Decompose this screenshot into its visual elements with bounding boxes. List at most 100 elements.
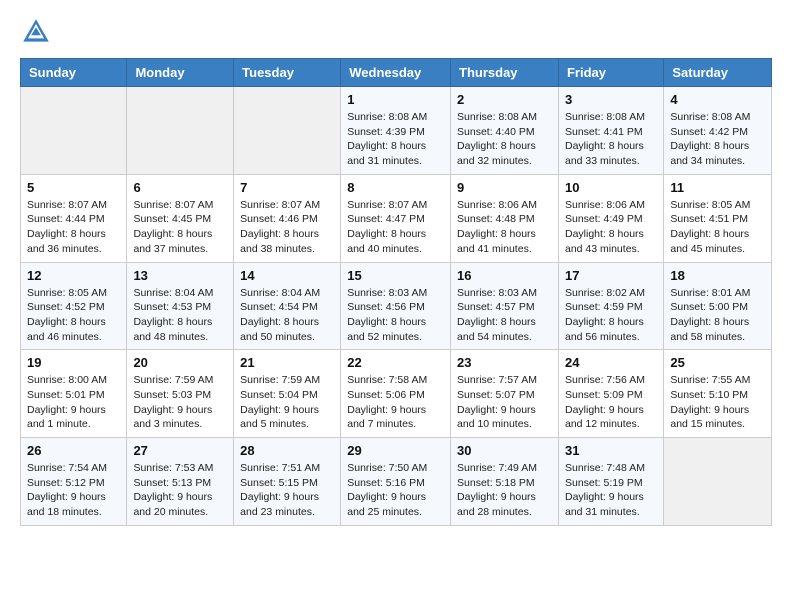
day-cell-31: 31Sunrise: 7:48 AMSunset: 5:19 PMDayligh… [558, 438, 663, 526]
day-number: 11 [670, 180, 765, 195]
day-cell-13: 13 Sunrise: 8:04 AMSunset: 4:53 PMDayligh… [127, 262, 234, 350]
day-number: 9 [457, 180, 552, 195]
day-cell-28: 28 Sunrise: 7:51 AMSunset: 5:15 PMDayligh… [234, 438, 341, 526]
day-cell-29: 29 Sunrise: 7:50 AMSunset: 5:16 PMDayligh… [341, 438, 451, 526]
day-info: Sunrise: 8:07 AMSunset: 4:47 PMDaylight:… [347, 198, 444, 257]
day-info: Sunrise: 8:06 AMSunset: 4:48 PMDaylight:… [457, 198, 552, 257]
day-cell-4: 4 Sunrise: 8:08 AMSunset: 4:42 PMDaylight… [664, 87, 772, 175]
day-cell-5: 5 Sunrise: 8:07 AMSunset: 4:44 PMDaylight… [21, 174, 127, 262]
day-info: Sunrise: 7:51 AMSunset: 5:15 PMDaylight:… [240, 461, 334, 520]
day-info: Sunrise: 7:55 AMSunset: 5:10 PMDaylight:… [670, 373, 765, 432]
day-number: 27 [133, 443, 227, 458]
day-number: 2 [457, 92, 552, 107]
day-info: Sunrise: 8:03 AMSunset: 4:57 PMDaylight:… [457, 286, 552, 345]
day-number: 15 [347, 268, 444, 283]
day-info: Sunrise: 8:03 AMSunset: 4:56 PMDaylight:… [347, 286, 444, 345]
day-info: Sunrise: 7:59 AMSunset: 5:04 PMDaylight:… [240, 373, 334, 432]
day-number: 7 [240, 180, 334, 195]
header [20, 16, 772, 48]
week-row-3: 12 Sunrise: 8:05 AMSunset: 4:52 PMDayligh… [21, 262, 772, 350]
day-cell-18: 18 Sunrise: 8:01 AMSunset: 5:00 PMDayligh… [664, 262, 772, 350]
day-info: Sunrise: 8:00 AMSunset: 5:01 PMDaylight:… [27, 373, 120, 432]
day-number: 6 [133, 180, 227, 195]
day-cell-27: 27 Sunrise: 7:53 AMSunset: 5:13 PMDayligh… [127, 438, 234, 526]
week-row-4: 19 Sunrise: 8:00 AMSunset: 5:01 PMDayligh… [21, 350, 772, 438]
empty-cell [234, 87, 341, 175]
day-info: Sunrise: 7:56 AMSunset: 5:09 PMDaylight:… [565, 373, 657, 432]
weekday-header-wednesday: Wednesday [341, 59, 451, 87]
week-row-2: 5 Sunrise: 8:07 AMSunset: 4:44 PMDaylight… [21, 174, 772, 262]
day-cell-11: 11 Sunrise: 8:05 AMSunset: 4:51 PMDayligh… [664, 174, 772, 262]
day-cell-3: 3Sunrise: 8:08 AMSunset: 4:41 PMDaylight… [558, 87, 663, 175]
day-number: 10 [565, 180, 657, 195]
day-number: 30 [457, 443, 552, 458]
day-number: 29 [347, 443, 444, 458]
day-info: Sunrise: 8:01 AMSunset: 5:00 PMDaylight:… [670, 286, 765, 345]
empty-cell [127, 87, 234, 175]
day-info: Sunrise: 8:07 AMSunset: 4:45 PMDaylight:… [133, 198, 227, 257]
day-info: Sunrise: 8:08 AMSunset: 4:41 PMDaylight:… [565, 110, 657, 169]
day-info: Sunrise: 8:07 AMSunset: 4:46 PMDaylight:… [240, 198, 334, 257]
day-number: 23 [457, 355, 552, 370]
day-info: Sunrise: 7:59 AMSunset: 5:03 PMDaylight:… [133, 373, 227, 432]
day-info: Sunrise: 8:08 AMSunset: 4:39 PMDaylight:… [347, 110, 444, 169]
weekday-header-friday: Friday [558, 59, 663, 87]
day-info: Sunrise: 8:04 AMSunset: 4:54 PMDaylight:… [240, 286, 334, 345]
day-number: 22 [347, 355, 444, 370]
day-number: 24 [565, 355, 657, 370]
day-info: Sunrise: 8:04 AMSunset: 4:53 PMDaylight:… [133, 286, 227, 345]
day-info: Sunrise: 7:54 AMSunset: 5:12 PMDaylight:… [27, 461, 120, 520]
day-info: Sunrise: 8:06 AMSunset: 4:49 PMDaylight:… [565, 198, 657, 257]
weekday-header-thursday: Thursday [451, 59, 559, 87]
day-number: 20 [133, 355, 227, 370]
day-info: Sunrise: 8:02 AMSunset: 4:59 PMDaylight:… [565, 286, 657, 345]
weekday-header-sunday: Sunday [21, 59, 127, 87]
day-number: 13 [133, 268, 227, 283]
day-cell-15: 15 Sunrise: 8:03 AMSunset: 4:56 PMDayligh… [341, 262, 451, 350]
day-cell-21: 21 Sunrise: 7:59 AMSunset: 5:04 PMDayligh… [234, 350, 341, 438]
day-info: Sunrise: 8:07 AMSunset: 4:44 PMDaylight:… [27, 198, 120, 257]
day-cell-1: 1Sunrise: 8:08 AMSunset: 4:39 PMDaylight… [341, 87, 451, 175]
day-info: Sunrise: 8:08 AMSunset: 4:42 PMDaylight:… [670, 110, 765, 169]
day-cell-2: 2 Sunrise: 8:08 AMSunset: 4:40 PMDaylight… [451, 87, 559, 175]
weekday-header-saturday: Saturday [664, 59, 772, 87]
day-number: 8 [347, 180, 444, 195]
day-number: 12 [27, 268, 120, 283]
day-cell-30: 30Sunrise: 7:49 AMSunset: 5:18 PMDayligh… [451, 438, 559, 526]
day-number: 5 [27, 180, 120, 195]
day-cell-10: 10 Sunrise: 8:06 AMSunset: 4:49 PMDayligh… [558, 174, 663, 262]
day-number: 17 [565, 268, 657, 283]
empty-cell [664, 438, 772, 526]
day-cell-14: 14 Sunrise: 8:04 AMSunset: 4:54 PMDayligh… [234, 262, 341, 350]
week-row-5: 26 Sunrise: 7:54 AMSunset: 5:12 PMDayligh… [21, 438, 772, 526]
day-cell-25: 25 Sunrise: 7:55 AMSunset: 5:10 PMDayligh… [664, 350, 772, 438]
calendar: SundayMondayTuesdayWednesdayThursdayFrid… [20, 58, 772, 526]
day-cell-6: 6 Sunrise: 8:07 AMSunset: 4:45 PMDaylight… [127, 174, 234, 262]
day-number: 14 [240, 268, 334, 283]
day-number: 4 [670, 92, 765, 107]
day-number: 16 [457, 268, 552, 283]
day-number: 21 [240, 355, 334, 370]
day-info: Sunrise: 7:58 AMSunset: 5:06 PMDaylight:… [347, 373, 444, 432]
day-info: Sunrise: 7:50 AMSunset: 5:16 PMDaylight:… [347, 461, 444, 520]
logo-icon [20, 16, 52, 48]
day-info: Sunrise: 8:05 AMSunset: 4:52 PMDaylight:… [27, 286, 120, 345]
day-info: Sunrise: 7:53 AMSunset: 5:13 PMDaylight:… [133, 461, 227, 520]
day-number: 31 [565, 443, 657, 458]
day-number: 25 [670, 355, 765, 370]
day-info: Sunrise: 8:05 AMSunset: 4:51 PMDaylight:… [670, 198, 765, 257]
weekday-header-tuesday: Tuesday [234, 59, 341, 87]
day-number: 26 [27, 443, 120, 458]
day-number: 28 [240, 443, 334, 458]
day-cell-26: 26 Sunrise: 7:54 AMSunset: 5:12 PMDayligh… [21, 438, 127, 526]
day-cell-8: 8 Sunrise: 8:07 AMSunset: 4:47 PMDaylight… [341, 174, 451, 262]
weekday-header-row: SundayMondayTuesdayWednesdayThursdayFrid… [21, 59, 772, 87]
day-cell-16: 16 Sunrise: 8:03 AMSunset: 4:57 PMDayligh… [451, 262, 559, 350]
day-cell-24: 24 Sunrise: 7:56 AMSunset: 5:09 PMDayligh… [558, 350, 663, 438]
day-cell-19: 19 Sunrise: 8:00 AMSunset: 5:01 PMDayligh… [21, 350, 127, 438]
day-number: 19 [27, 355, 120, 370]
day-number: 18 [670, 268, 765, 283]
day-cell-23: 23Sunrise: 7:57 AMSunset: 5:07 PMDayligh… [451, 350, 559, 438]
day-info: Sunrise: 8:08 AMSunset: 4:40 PMDaylight:… [457, 110, 552, 169]
weekday-header-monday: Monday [127, 59, 234, 87]
